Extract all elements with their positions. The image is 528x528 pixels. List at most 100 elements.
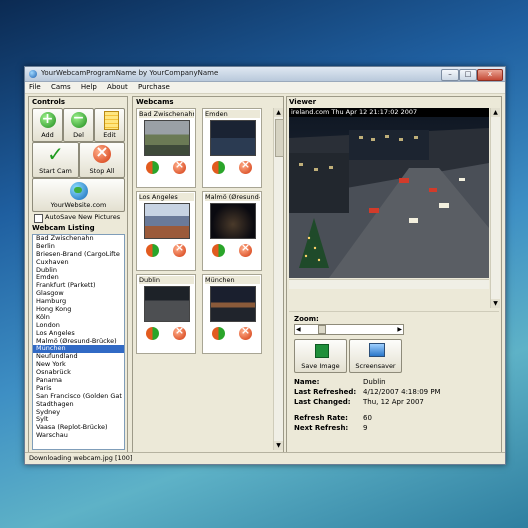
scroll-thumb[interactable] [275, 119, 284, 157]
zoom-left-arrow[interactable]: ◀ [296, 326, 301, 333]
webcam-list-item[interactable]: San Francisco (Golden Gat [33, 393, 124, 401]
webcam-cell[interactable]: München [202, 274, 262, 354]
last-changed-label: Last Changed: [294, 398, 351, 406]
webcam-thumbnail[interactable] [210, 286, 256, 322]
floppy-disk-icon [314, 344, 329, 358]
webcam-cell-name: Malmö (Øresund- [205, 193, 260, 201]
checkmark-icon: ✓ [47, 142, 64, 166]
webcam-list-item[interactable]: Paris [33, 385, 124, 393]
webcam-list-item[interactable]: New York [33, 361, 124, 369]
refresh-icon[interactable] [212, 244, 225, 257]
webcam-thumbnail[interactable] [144, 120, 190, 156]
start-cam-button[interactable]: ✓ Start Cam [32, 142, 79, 178]
add-button[interactable]: Add [32, 108, 63, 142]
minimize-button[interactable]: – [441, 69, 459, 81]
refresh-icon[interactable] [146, 327, 159, 340]
street-scene-image [289, 108, 489, 278]
refresh-icon[interactable] [146, 244, 159, 257]
webcam-list-item[interactable]: Osnabrück [33, 369, 124, 377]
stop-cam-icon[interactable] [173, 324, 186, 340]
webcam-list-item[interactable]: Köln [33, 314, 124, 322]
globe-icon [69, 182, 88, 200]
stop-cam-icon[interactable] [239, 158, 252, 174]
webcam-cell[interactable]: Dublin [136, 274, 196, 354]
stop-cam-icon[interactable] [173, 241, 186, 257]
autosave-label: AutoSave New Pictures [45, 213, 121, 221]
maximize-button[interactable]: □ [459, 69, 477, 81]
webcam-list-item[interactable]: Briesen-Brand (CargoLifte [33, 251, 124, 259]
webcam-thumbnail[interactable] [210, 203, 256, 239]
webcam-list-item[interactable]: Malmö (Øresund-Brücke) [33, 338, 124, 346]
webcam-list-item[interactable]: London [33, 322, 124, 330]
webcam-cell[interactable]: Bad Zwischenahn [136, 108, 196, 188]
close-button[interactable]: x [477, 69, 503, 81]
webcam-thumbnail[interactable] [144, 286, 190, 322]
webcam-cell-name: Dublin [139, 276, 194, 284]
viewer-panel: Viewer ireland.com Thu Apr 12 21:17:02 2… [286, 96, 502, 453]
menu-about[interactable]: About [103, 82, 132, 92]
stop-cam-icon[interactable] [173, 158, 186, 174]
add-label: Add [41, 131, 54, 139]
menu-cams[interactable]: Cams [47, 82, 75, 92]
webcam-list-item[interactable]: München [33, 345, 124, 354]
webcam-list-item[interactable]: Dublin [33, 267, 124, 275]
webcam-list-item[interactable]: Emden [33, 274, 124, 282]
stop-all-button[interactable]: Stop All [79, 142, 125, 178]
website-button[interactable]: YourWebsite.com [32, 178, 125, 212]
refresh-icon[interactable] [212, 161, 225, 174]
save-image-button[interactable]: Save Image [294, 339, 347, 373]
webcam-list-item[interactable]: Hamburg [33, 298, 124, 306]
name-label: Name: [294, 378, 320, 386]
webcam-list-item[interactable]: Warschau [33, 432, 124, 440]
scroll-down-arrow[interactable]: ▼ [274, 441, 283, 450]
webcam-list-item[interactable]: Sydney [33, 409, 124, 417]
webcam-list-item[interactable]: Hong Kong [33, 306, 124, 314]
webcam-thumbnail[interactable] [144, 203, 190, 239]
menu-file[interactable]: File [25, 82, 45, 92]
webcam-list-item[interactable]: Bad Zwischenahn [33, 235, 124, 243]
edit-button[interactable]: Edit [94, 108, 125, 142]
zoom-thumb[interactable] [318, 325, 326, 334]
stop-cam-icon[interactable] [239, 241, 252, 257]
refresh-icon[interactable] [212, 327, 225, 340]
start-cam-label: Start Cam [39, 167, 72, 175]
add-icon [39, 111, 56, 128]
save-image-label: Save Image [301, 362, 340, 370]
website-label: YourWebsite.com [50, 201, 107, 209]
menu-purchase[interactable]: Purchase [134, 82, 174, 92]
viewer-scroll-down-arrow[interactable]: ▼ [491, 299, 500, 308]
viewer-hscrollbar[interactable] [289, 279, 489, 289]
webcam-thumbnail[interactable] [210, 120, 256, 156]
webcam-list-item[interactable]: Neufundland [33, 353, 124, 361]
webcams-scrollbar[interactable]: ▲ ▼ [273, 108, 284, 450]
delete-button[interactable]: Del [63, 108, 94, 142]
webcam-cell-name: München [205, 276, 260, 284]
viewer-scroll-up-arrow[interactable]: ▲ [491, 108, 500, 117]
webcam-list-item[interactable]: Vaasa (Replot-Brücke) [33, 424, 124, 432]
viewer-vscrollbar[interactable]: ▲ ▼ [490, 108, 500, 308]
webcam-list-item[interactable]: Berlin [33, 243, 124, 251]
webcam-cell[interactable]: Malmö (Øresund- [202, 191, 262, 271]
screensaver-button[interactable]: Screensaver [349, 339, 402, 373]
scroll-up-arrow[interactable]: ▲ [274, 108, 283, 117]
webcam-cell[interactable]: Emden [202, 108, 262, 188]
screensaver-label: Screensaver [355, 362, 396, 370]
webcam-list-item[interactable]: Frankfurt (Parkett) [33, 282, 124, 290]
monitor-icon [368, 343, 385, 357]
webcam-list-item[interactable]: Panama [33, 377, 124, 385]
webcam-list-item[interactable]: Glasgow [33, 290, 124, 298]
webcam-listbox[interactable]: Bad Zwischenahn Berlin Briesen-Brand (Carg… [32, 234, 125, 450]
autosave-checkbox[interactable] [34, 214, 43, 223]
stop-cam-icon[interactable] [239, 324, 252, 340]
webcam-list-item[interactable]: Sylt [33, 416, 124, 424]
webcam-list-item[interactable]: Cuxhaven [33, 259, 124, 267]
webcam-cell[interactable]: Los Angeles [136, 191, 196, 271]
viewer-image: ireland.com Thu Apr 12 21:17:02 2007 [289, 108, 489, 278]
zoom-slider[interactable]: ◀ ▶ [294, 324, 404, 335]
menu-help[interactable]: Help [77, 82, 101, 92]
webcam-listing-title: Webcam Listing [32, 224, 95, 232]
webcam-list-item[interactable]: Stadthagen [33, 401, 124, 409]
refresh-icon[interactable] [146, 161, 159, 174]
zoom-right-arrow[interactable]: ▶ [397, 326, 402, 333]
webcam-list-item[interactable]: Los Angeles [33, 330, 124, 338]
